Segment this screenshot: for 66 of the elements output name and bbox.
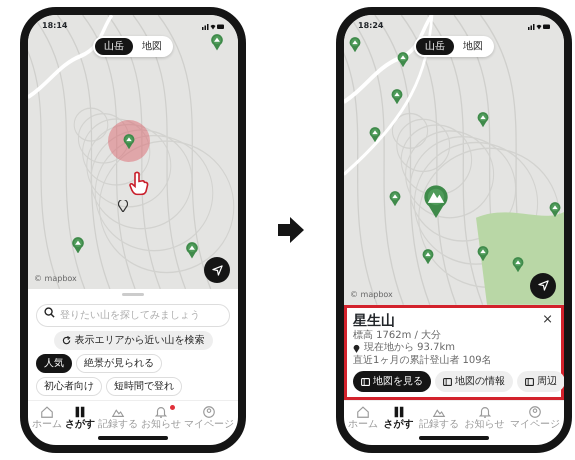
hand-pointer-icon <box>129 172 150 196</box>
map-pin-icon[interactable] <box>396 50 410 67</box>
filter-chip[interactable]: 初心者向け <box>36 377 102 396</box>
list-icon <box>73 405 87 419</box>
map-pin-icon[interactable] <box>184 241 199 259</box>
search-field[interactable]: 登りたい山を探してみましょう <box>36 304 230 327</box>
location-pin-icon <box>353 344 360 353</box>
tab-button[interactable]: さがす <box>384 405 414 430</box>
map-pin-icon[interactable] <box>422 182 450 218</box>
navigation-icon <box>212 264 222 276</box>
map-pin-icon[interactable] <box>476 111 490 128</box>
filter-chip[interactable]: 人気 <box>36 354 72 373</box>
profile-icon <box>528 405 542 419</box>
toggle-option[interactable]: 地図 <box>454 38 492 55</box>
home-icon <box>356 405 370 419</box>
refresh-icon <box>62 336 70 345</box>
map-pin-icon[interactable] <box>511 256 524 272</box>
map-icon <box>443 378 452 386</box>
drag-handle[interactable] <box>122 293 144 296</box>
map-pin-icon[interactable] <box>122 132 136 149</box>
filter-chip[interactable]: 絶景が見られる <box>76 354 162 373</box>
profile-icon <box>202 405 216 419</box>
detail-text: 現在地から 93.7km <box>364 342 455 354</box>
map-attribution: © mapbox <box>350 288 393 301</box>
filter-chip[interactable]: 短時間で登れ <box>106 377 182 396</box>
map-pin-icon[interactable] <box>548 201 562 218</box>
map-pin-icon[interactable] <box>388 190 402 206</box>
detail-text: 直近1ヶ月の累計登山者 109名 <box>353 354 493 367</box>
map-attribution: © mapbox <box>34 273 77 285</box>
map-icon <box>361 378 370 386</box>
map-pin-icon[interactable] <box>368 126 382 142</box>
locate-button[interactable] <box>204 257 230 283</box>
action-button[interactable]: 地図を見る <box>353 371 431 392</box>
navigation-icon <box>538 280 548 292</box>
home-icon <box>40 405 54 419</box>
map-pin-icon[interactable] <box>421 248 434 264</box>
map-pin-icon[interactable] <box>348 36 362 52</box>
bell-icon <box>478 405 492 419</box>
toggle-option[interactable]: 地図 <box>133 38 171 55</box>
mountain-name: 星生山 <box>353 312 395 330</box>
toggle-option[interactable]: 山岳 <box>95 38 133 55</box>
action-button[interactable]: 周辺 <box>517 371 564 392</box>
map-pin-icon[interactable] <box>210 33 224 51</box>
search-icon <box>44 307 55 318</box>
tab-button[interactable]: さがす <box>65 405 95 430</box>
close-button[interactable]: × <box>540 312 555 326</box>
bell-icon <box>154 405 168 419</box>
map-pin-icon[interactable] <box>476 244 490 261</box>
nearby-search-button[interactable]: 表示エリアから近い山を検索 <box>54 331 212 350</box>
action-button[interactable]: 地図の情報 <box>435 371 513 392</box>
status-time: 18:14 <box>42 20 68 32</box>
toggle-option[interactable]: 山岳 <box>416 38 454 55</box>
home-indicator <box>98 436 168 440</box>
status-icons <box>202 22 224 30</box>
notification-dot <box>170 405 175 410</box>
detail-text: 標高 1762m / 大分 <box>353 330 442 342</box>
tap-highlight <box>108 120 150 162</box>
list-icon <box>392 405 406 419</box>
map-icon <box>525 378 534 386</box>
status-icons <box>528 22 550 30</box>
map-pin-icon[interactable] <box>71 236 86 254</box>
location-pin-icon <box>118 200 128 212</box>
home-indicator <box>419 436 489 440</box>
status-time: 18:24 <box>358 20 384 32</box>
right-arrow-icon <box>276 215 306 245</box>
map-pin-icon[interactable] <box>390 88 404 104</box>
